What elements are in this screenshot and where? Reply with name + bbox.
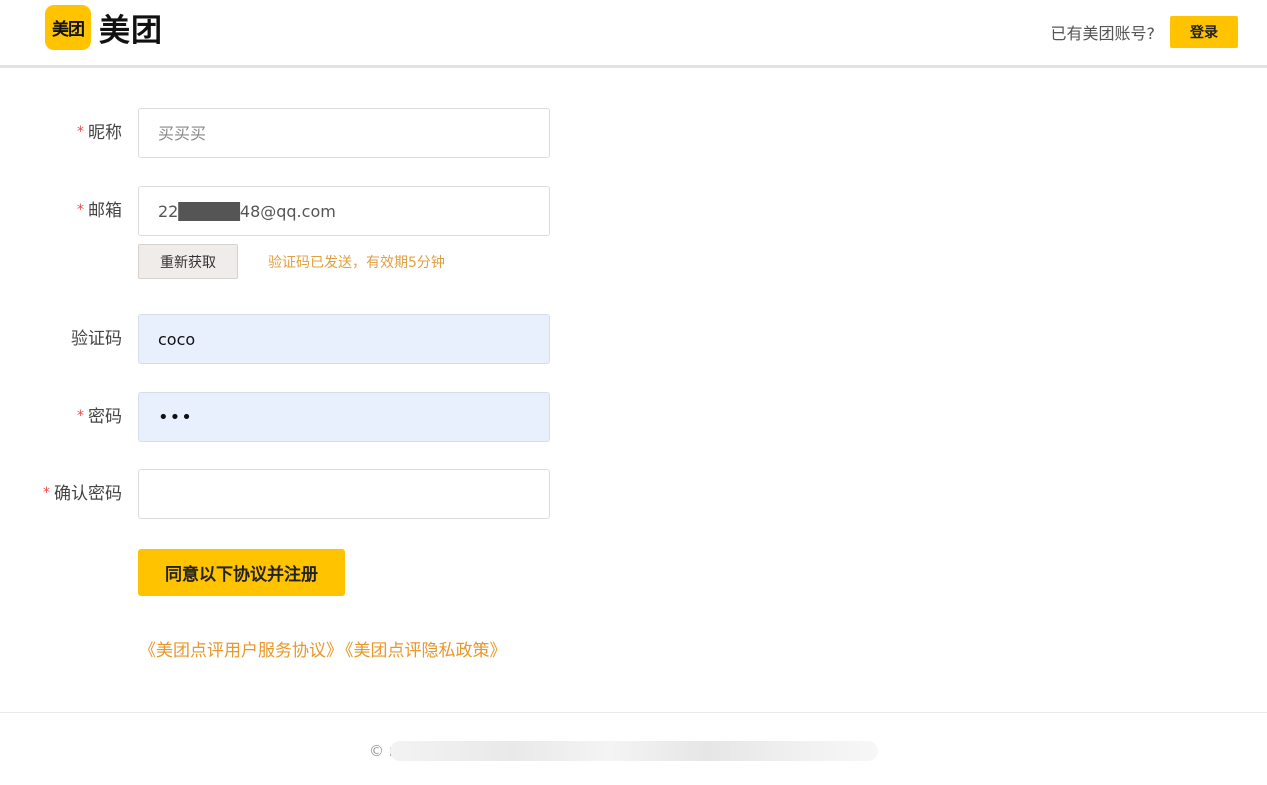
email-input[interactable] bbox=[138, 186, 550, 236]
required-marker: * bbox=[43, 485, 50, 501]
nickname-input[interactable] bbox=[138, 108, 550, 158]
nickname-label-text: 昵称 bbox=[88, 123, 122, 143]
required-marker: * bbox=[77, 124, 84, 140]
code-label: 验证码 bbox=[71, 314, 122, 364]
confirm-password-label-text: 确认密码 bbox=[54, 484, 122, 504]
password-label-text: 密码 bbox=[88, 407, 122, 427]
email-label-text: 邮箱 bbox=[88, 201, 122, 221]
email-row: * 邮箱 bbox=[0, 186, 600, 236]
have-account-text: 已有美团账号? bbox=[1050, 24, 1156, 43]
password-row: * 密码 bbox=[0, 392, 600, 442]
code-label-text: 验证码 bbox=[71, 329, 122, 349]
logo-text: 美团 bbox=[99, 13, 163, 49]
top-header: 美团 美团 已有美团账号? 登录 bbox=[0, 0, 1267, 68]
confirm-password-input[interactable] bbox=[138, 469, 550, 519]
email-label: * 邮箱 bbox=[77, 186, 122, 236]
privacy-policy-link[interactable]: 《美团点评隐私政策》 bbox=[345, 641, 507, 661]
code-sent-hint: 验证码已发送，有效期5分钟 bbox=[268, 254, 445, 271]
redacted-footer-info bbox=[390, 741, 878, 761]
meituan-logo[interactable]: 美团 美团 bbox=[45, 5, 163, 50]
login-button[interactable]: 登录 bbox=[1170, 16, 1238, 48]
required-marker: * bbox=[77, 408, 84, 424]
header-account-area: 已有美团账号? 登录 bbox=[1050, 16, 1238, 48]
confirm-password-label: * 确认密码 bbox=[43, 469, 122, 519]
service-agreement-link[interactable]: 《美团点评用户服务协议》 bbox=[139, 641, 343, 661]
password-input[interactable] bbox=[138, 392, 550, 442]
nickname-label: * 昵称 bbox=[77, 108, 122, 158]
resend-code-row: 重新获取 验证码已发送，有效期5分钟 bbox=[138, 244, 445, 279]
footer: © r bbox=[0, 712, 1267, 785]
resend-code-button[interactable]: 重新获取 bbox=[138, 244, 238, 279]
confirm-password-row: * 确认密码 bbox=[0, 469, 600, 519]
required-marker: * bbox=[77, 202, 84, 218]
code-row: 验证码 bbox=[0, 314, 600, 364]
agreement-links: 《美团点评用户服务协议》 《美团点评隐私政策》 bbox=[139, 636, 509, 661]
verification-code-input[interactable] bbox=[138, 314, 550, 364]
nickname-row: * 昵称 bbox=[0, 108, 600, 158]
password-label: * 密码 bbox=[77, 392, 122, 442]
agree-and-register-button[interactable]: 同意以下协议并注册 bbox=[138, 549, 345, 596]
logo-badge: 美团 bbox=[45, 5, 91, 50]
